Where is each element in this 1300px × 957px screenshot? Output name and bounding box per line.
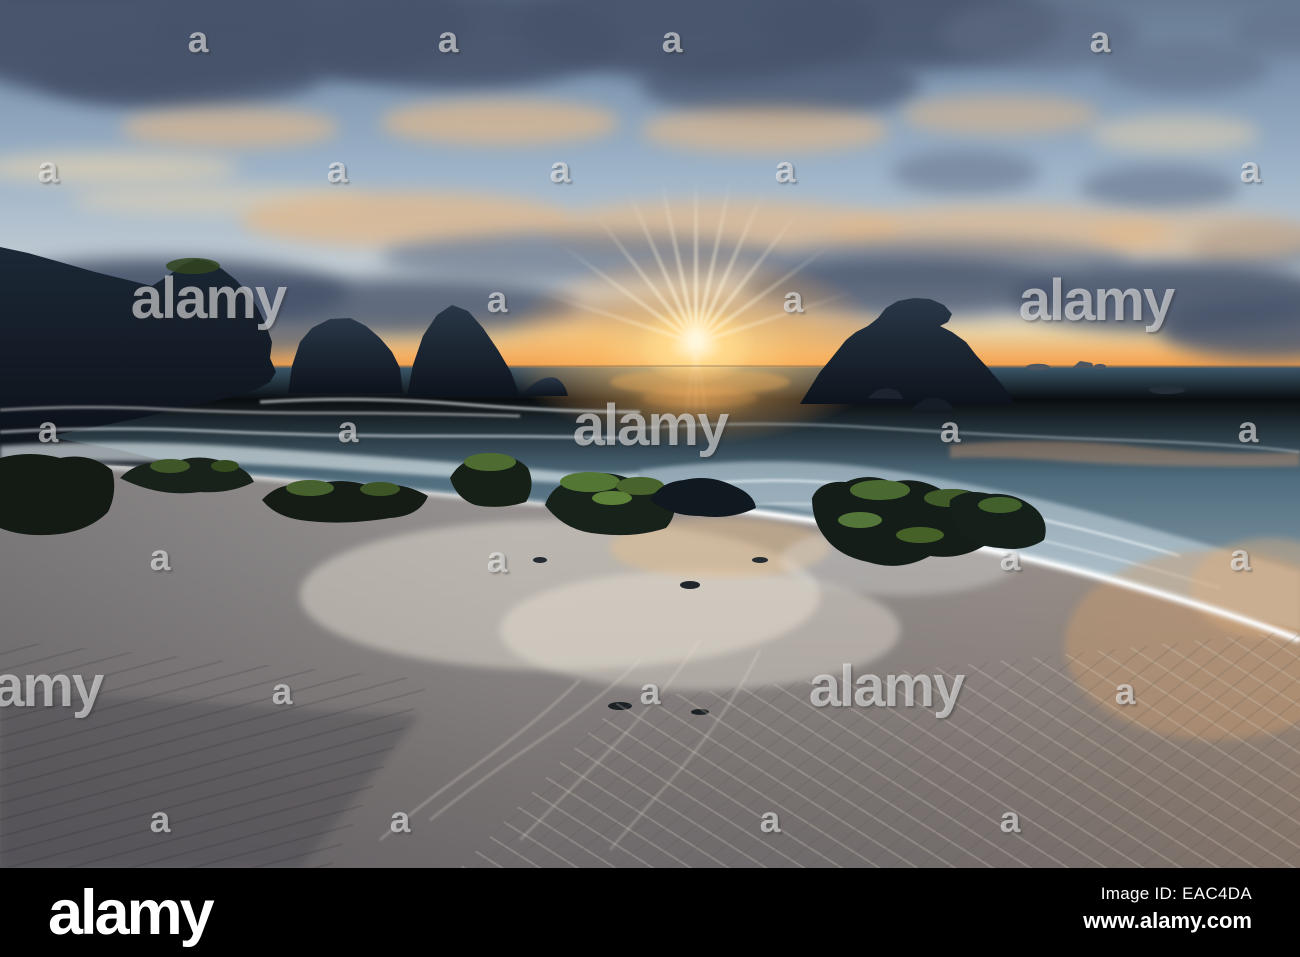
image-id-text: Image ID: EAC4DA <box>1100 884 1252 903</box>
image-meta: Image ID: EAC4DA www.alamy.com <box>1083 884 1252 934</box>
coastline-silhouette-graphic <box>0 247 1300 868</box>
middle-sea-stacks <box>288 305 568 396</box>
alamy-logo: alamy <box>48 878 215 948</box>
alamy-website-text: www.alamy.com <box>1083 908 1252 933</box>
alamy-watermark-bar: alamy Image ID: EAC4DA www.alamy.com <box>0 868 1300 957</box>
left-headland-silhouette <box>0 247 276 474</box>
beach-sunset-photo: alamyalamyalamyalamyalamyaaaaaaaaaaaaaaa… <box>0 0 1300 868</box>
distant-rock <box>1149 386 1185 394</box>
sun-path-on-sea <box>642 389 758 407</box>
grassy-knoll <box>166 258 220 274</box>
right-sea-stack <box>800 298 1014 410</box>
sea-reflection-streak <box>950 441 1300 467</box>
alamy-stock-photo-page: alamyalamyalamyalamyalamyaaaaaaaaaaaaaaa… <box>0 0 1300 957</box>
